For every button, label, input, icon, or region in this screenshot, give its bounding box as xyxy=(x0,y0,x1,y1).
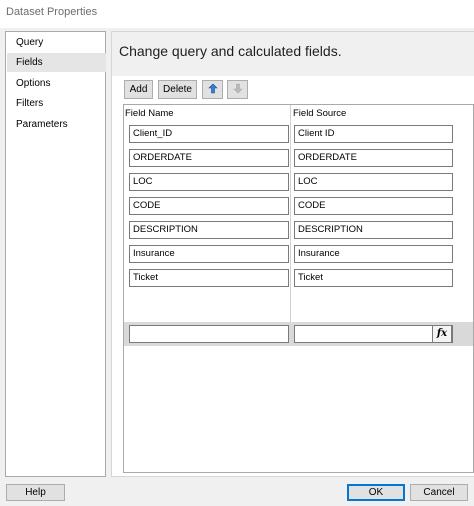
new-row: fx xyxy=(124,322,473,346)
sidebar-item-fields[interactable]: Fields xyxy=(7,53,106,72)
ok-button[interactable]: OK xyxy=(347,484,405,501)
title-bar: Dataset Properties xyxy=(0,0,474,28)
field-source-input[interactable]: Insurance xyxy=(294,245,453,263)
move-up-button[interactable] xyxy=(202,80,223,99)
field-name-input[interactable]: LOC xyxy=(129,173,289,191)
column-header-field-name: Field Name xyxy=(125,108,174,119)
cancel-button[interactable]: Cancel xyxy=(410,484,468,501)
field-source-input[interactable]: LOC xyxy=(294,173,453,191)
field-source-input[interactable]: Client ID xyxy=(294,125,453,143)
sidebar-item-label: Options xyxy=(16,78,51,89)
sidebar-item-query[interactable]: Query xyxy=(7,33,106,52)
field-name-input[interactable]: Client_ID xyxy=(129,125,289,143)
field-name-input[interactable]: Insurance xyxy=(129,245,289,263)
arrow-down-icon xyxy=(232,83,243,94)
field-name-input[interactable]: Ticket xyxy=(129,269,289,287)
field-source-input[interactable]: DESCRIPTION xyxy=(294,221,453,239)
help-button[interactable]: Help xyxy=(6,484,65,501)
panel-header: Change query and calculated fields. xyxy=(112,32,474,76)
sidebar-item-label: Parameters xyxy=(16,119,68,130)
fields-panel: Change query and calculated fields. Add … xyxy=(111,31,474,477)
window-title: Dataset Properties xyxy=(6,6,98,18)
column-header-field-source: Field Source xyxy=(293,108,347,119)
field-source-input[interactable]: CODE xyxy=(294,197,453,215)
sidebar-item-label: Filters xyxy=(16,98,44,109)
new-field-source-input[interactable] xyxy=(294,325,453,343)
new-field-name-input[interactable] xyxy=(129,325,289,343)
field-name-input[interactable]: ORDERDATE xyxy=(129,149,289,167)
sidebar-item-filters[interactable]: Filters xyxy=(7,94,106,113)
sidebar-item-label: Fields xyxy=(16,57,43,68)
arrow-up-icon xyxy=(207,83,218,94)
field-source-input[interactable]: Ticket xyxy=(294,269,453,287)
page-title: Change query and calculated fields. xyxy=(119,43,342,59)
field-source-input[interactable]: ORDERDATE xyxy=(294,149,453,167)
delete-field-button[interactable]: Delete xyxy=(158,80,197,99)
field-name-input[interactable]: CODE xyxy=(129,197,289,215)
fields-grid: Field Name Field Source Client_ID Client… xyxy=(123,104,474,473)
expression-button[interactable]: fx xyxy=(432,325,452,343)
sidebar: Query Fields Options Filters Parameters xyxy=(5,31,106,477)
column-divider xyxy=(290,105,291,323)
move-down-button[interactable] xyxy=(227,80,248,99)
sidebar-item-label: Query xyxy=(16,37,44,48)
add-field-button[interactable]: Add xyxy=(124,80,153,99)
sidebar-item-parameters[interactable]: Parameters xyxy=(7,115,106,134)
field-name-input[interactable]: DESCRIPTION xyxy=(129,221,289,239)
sidebar-item-options[interactable]: Options xyxy=(7,74,106,93)
